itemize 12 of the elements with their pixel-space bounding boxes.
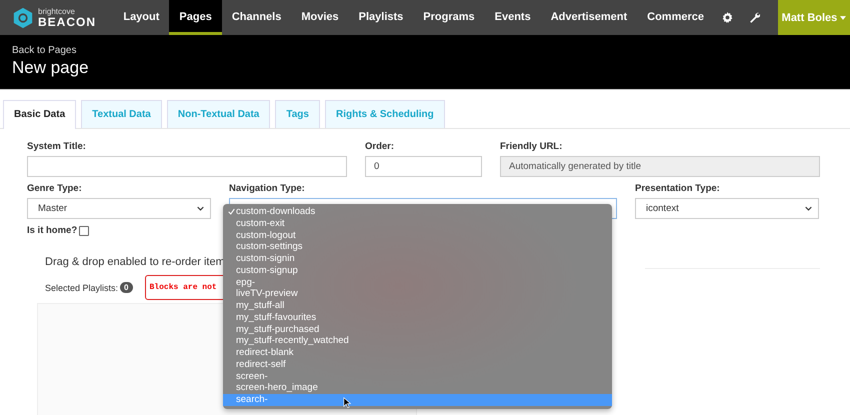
count-badge: 0 xyxy=(120,282,132,293)
field-label: Order: xyxy=(365,141,396,152)
field-label: Navigation Type: xyxy=(229,183,306,194)
selected-playlists-label: Selected Playlists: xyxy=(45,282,118,292)
field-label: Presentation Type: xyxy=(635,183,721,194)
field-label: Friendly URL: xyxy=(500,141,564,152)
field-label: Genre Type: xyxy=(27,183,83,194)
page-title: New page xyxy=(12,58,90,78)
logo-subtitle: brightcove xyxy=(38,8,76,16)
field-label: Is it home? xyxy=(27,225,78,236)
logo-title: BEACON xyxy=(38,16,96,28)
field-label: System Title: xyxy=(27,141,87,152)
